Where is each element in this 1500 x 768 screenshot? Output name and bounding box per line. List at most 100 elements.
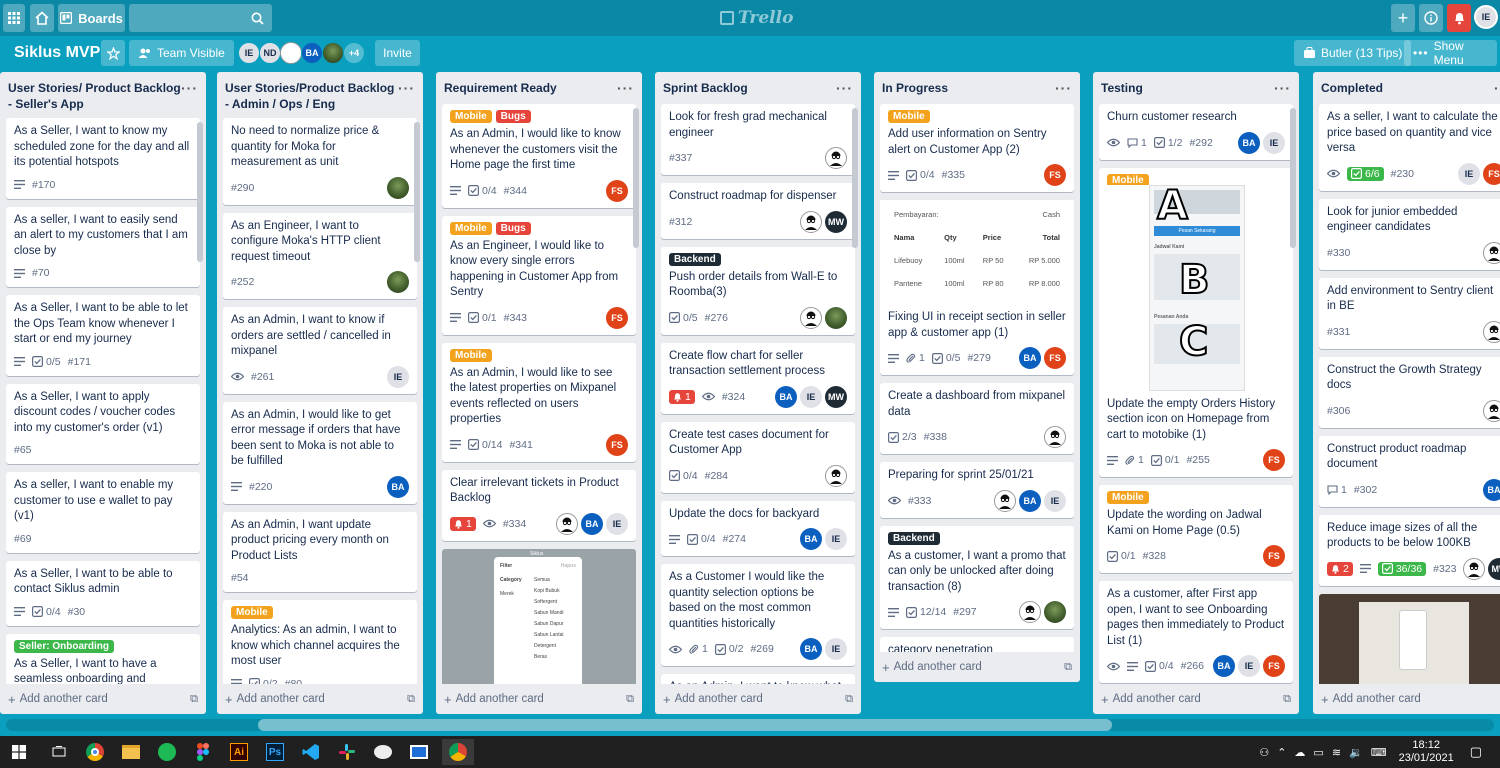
member-avatar[interactable]: BA xyxy=(1483,478,1500,501)
member-avatar[interactable]: MW xyxy=(1488,557,1500,580)
slack-icon[interactable] xyxy=(334,739,360,765)
wifi-icon[interactable]: ≋ xyxy=(1332,746,1341,759)
extra-members-count[interactable]: +4 xyxy=(343,42,365,64)
list-title[interactable]: Completed xyxy=(1321,80,1383,96)
card[interactable]: Add environment to Sentry client in BE #3… xyxy=(1319,277,1500,349)
board-title[interactable]: Siklus MVP xyxy=(14,44,100,62)
card-label[interactable]: Mobile xyxy=(450,221,492,235)
member-avatar[interactable]: FS xyxy=(606,433,628,456)
member-avatar[interactable] xyxy=(322,42,344,64)
card[interactable]: Mobile Update the wording on Jadwal Kami … xyxy=(1099,485,1293,573)
member-avatar[interactable] xyxy=(1044,426,1066,448)
card[interactable]: As a customer, after First app open, I w… xyxy=(1099,581,1293,683)
add-card-button[interactable]: +Add another card ⧉ xyxy=(655,684,861,714)
list-title[interactable]: Requirement Ready xyxy=(444,80,557,96)
spotify-icon[interactable] xyxy=(154,739,180,765)
card[interactable]: Mobile Bugs As an Admin, I would like to k… xyxy=(442,104,636,208)
card[interactable]: As an Engineer, I want to configure Moka… xyxy=(223,212,417,299)
member-avatar[interactable]: BA xyxy=(775,385,797,408)
card[interactable]: Churn customer research 1 1/2 #292 BA IE xyxy=(1099,104,1293,160)
card-filter-screenshot[interactable]: Siklus Filter Hapus Category Merek Semua Kopi … xyxy=(442,548,636,684)
card[interactable]: Construct roadmap for dispenser #312 MW xyxy=(661,183,855,239)
language-icon[interactable]: ⌨ xyxy=(1371,746,1387,759)
card[interactable]: Mobile As an Admin, I would like to see t… xyxy=(442,342,636,462)
list-header[interactable]: Requirement Ready ··· xyxy=(436,72,642,100)
card-label[interactable]: Mobile xyxy=(888,110,930,123)
add-card-button[interactable]: +Add another card ⧉ xyxy=(0,684,206,714)
chrome-icon[interactable] xyxy=(82,739,108,765)
card-label[interactable]: Mobile xyxy=(231,606,273,619)
member-avatar[interactable] xyxy=(1044,601,1066,623)
windows-start-icon[interactable] xyxy=(6,739,32,765)
card-template-icon[interactable]: ⧉ xyxy=(190,693,198,706)
list-header[interactable]: In Progress ··· xyxy=(874,72,1080,100)
member-avatar[interactable] xyxy=(800,306,822,329)
card[interactable]: Preparing for sprint 25/01/21 #333 BA IE xyxy=(880,462,1074,518)
invite-button[interactable]: Invite xyxy=(375,40,420,66)
people-icon[interactable]: ⚇ xyxy=(1259,746,1269,759)
card[interactable]: Seller: Onboarding As a Seller, I want to… xyxy=(6,633,200,684)
app-icon[interactable] xyxy=(370,739,396,765)
card[interactable]: As a Seller, I want to apply discount co… xyxy=(6,383,200,464)
card[interactable]: As a Customer I would like the quantity … xyxy=(661,564,855,666)
card[interactable]: Construct the Growth Strategy docs #306 xyxy=(1319,356,1500,428)
card-label[interactable]: Mobile xyxy=(450,348,492,362)
file-explorer-icon[interactable] xyxy=(118,739,144,765)
member-avatar[interactable]: BA xyxy=(581,512,603,535)
card[interactable]: Backend Push order details from Wall-E to… xyxy=(661,246,855,335)
list-scrollbar[interactable] xyxy=(633,108,639,248)
member-avatar[interactable] xyxy=(825,306,847,329)
notification-center-icon[interactable]: ▢ xyxy=(1470,744,1482,760)
card-template-icon[interactable]: ⧉ xyxy=(1064,661,1072,674)
card-label[interactable]: Bugs xyxy=(495,110,531,123)
add-card-button[interactable]: +Add another card ⧉ xyxy=(217,684,423,714)
list-menu-icon[interactable]: ··· xyxy=(1494,80,1500,96)
member-avatar[interactable] xyxy=(800,210,822,233)
card-label[interactable]: Mobile xyxy=(450,110,492,123)
card[interactable]: Clear irrelevant tickets in Product Back… xyxy=(442,469,636,541)
card[interactable]: As an Admin, I want update product prici… xyxy=(223,511,417,592)
list-scrollbar[interactable] xyxy=(414,122,420,262)
card-template-icon[interactable]: ⧉ xyxy=(626,693,634,706)
member-avatar[interactable]: FS xyxy=(606,179,628,202)
member-avatar[interactable]: IE xyxy=(825,528,847,550)
list-menu-icon[interactable]: ··· xyxy=(617,80,634,96)
card[interactable]: Update the docs for backyard 0/4 #274 BA IE xyxy=(661,500,855,556)
member-avatar[interactable]: BA xyxy=(800,528,822,550)
member-avatar[interactable]: BA xyxy=(301,42,323,64)
member-avatar[interactable]: FS xyxy=(1044,164,1066,186)
user-avatar[interactable]: IE xyxy=(1474,5,1498,29)
volume-icon[interactable]: 🔉 xyxy=(1349,746,1363,759)
card-template-icon[interactable]: ⧉ xyxy=(845,693,853,706)
card[interactable]: As a seller, I want to calculate the pri… xyxy=(1319,104,1500,191)
member-avatar[interactable] xyxy=(387,271,409,293)
card[interactable]: Backend As a customer, I want a promo tha… xyxy=(880,525,1074,629)
list-header[interactable]: Completed ··· xyxy=(1313,72,1500,100)
card-template-icon[interactable]: ⧉ xyxy=(1283,693,1291,706)
card-template-icon[interactable]: ⧉ xyxy=(407,693,415,706)
member-avatar[interactable]: IE xyxy=(800,385,822,408)
list-header[interactable]: User Stories/ Product Backlog - Seller's… xyxy=(0,72,206,116)
member-avatar[interactable] xyxy=(387,176,409,199)
photoshop-icon[interactable]: Ps xyxy=(262,739,288,765)
card-label[interactable]: Bugs xyxy=(495,221,531,235)
list-title[interactable]: In Progress xyxy=(882,80,948,96)
member-avatar[interactable]: BA xyxy=(1019,489,1041,512)
card[interactable]: Pembayaran: Cash Nama Qty Price Total Lifebuoy… xyxy=(880,200,1074,375)
card-label[interactable]: Backend xyxy=(888,531,940,545)
member-avatar[interactable] xyxy=(994,489,1016,512)
card[interactable]: Reduce image sizes of all the products t… xyxy=(1319,514,1500,586)
create-button[interactable]: + xyxy=(1391,4,1415,32)
add-card-button[interactable]: +Add another card ⧉ xyxy=(436,684,642,714)
member-avatar[interactable] xyxy=(1483,241,1500,264)
member-avatar[interactable]: IE xyxy=(1263,131,1285,154)
list-header[interactable]: Sprint Backlog ··· xyxy=(655,72,861,100)
member-avatar[interactable] xyxy=(825,147,847,169)
list-menu-icon[interactable]: ··· xyxy=(398,80,415,112)
visibility-button[interactable]: Team Visible xyxy=(129,40,234,66)
member-avatar[interactable]: ND xyxy=(259,42,281,64)
member-avatar[interactable]: BA xyxy=(1019,347,1041,369)
battery-icon[interactable]: ▭ xyxy=(1313,746,1323,759)
card[interactable]: As a Seller, I want to be able to let th… xyxy=(6,295,200,376)
list-header[interactable]: Testing ··· xyxy=(1093,72,1299,100)
